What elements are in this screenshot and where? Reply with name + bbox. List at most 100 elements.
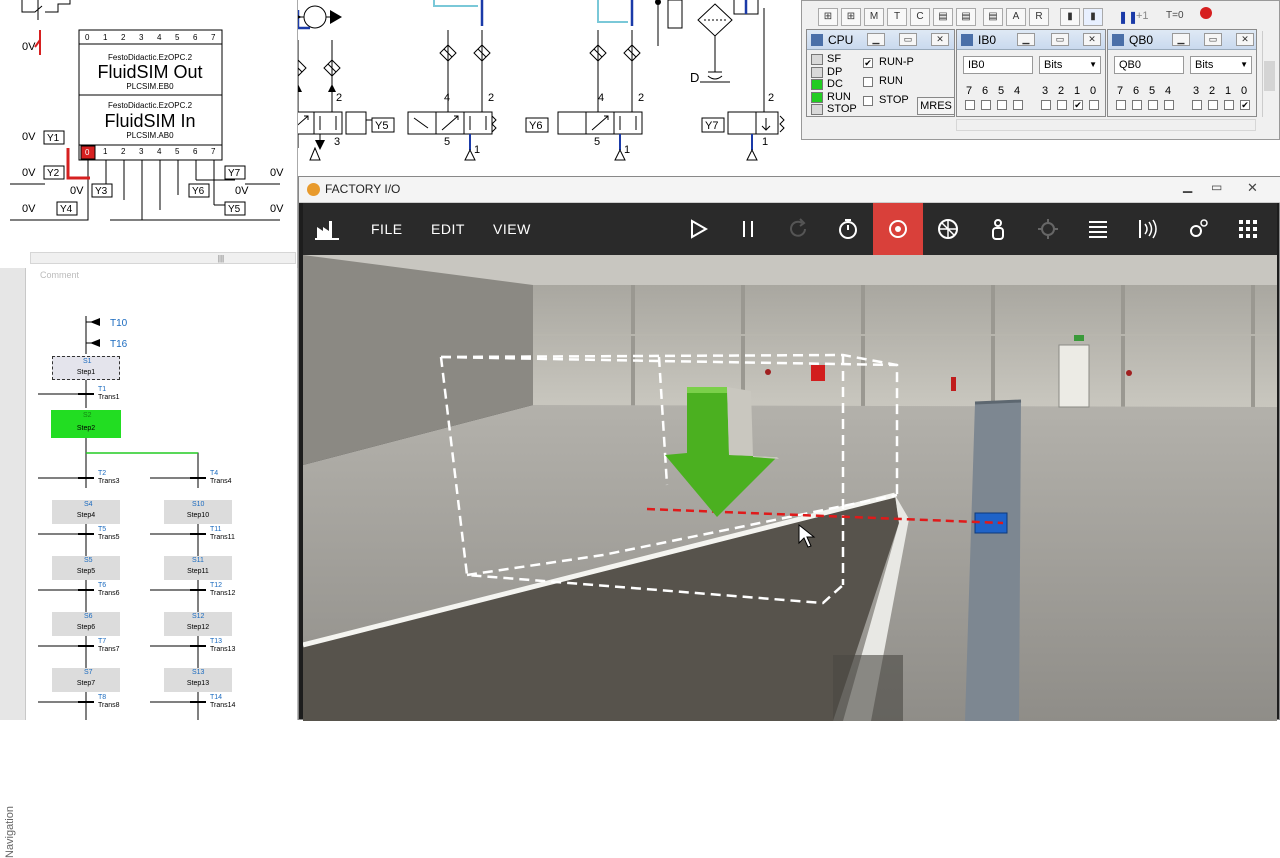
restore-button[interactable]: ▭ xyxy=(1051,33,1069,46)
close-button[interactable]: ✕ xyxy=(931,33,949,46)
bit-checkbox[interactable] xyxy=(1057,100,1067,110)
camera-orbit-icon[interactable] xyxy=(873,203,923,255)
step-box[interactable]: S6 Step6 xyxy=(52,612,120,636)
bit-checkbox[interactable] xyxy=(1192,100,1202,110)
next-scan-button[interactable]: +1 xyxy=(1136,10,1149,22)
bit-checkbox[interactable]: ✔ xyxy=(1073,100,1083,110)
transition-number: T1 xyxy=(98,386,107,393)
3d-viewport[interactable] xyxy=(303,255,1277,721)
maximize-button[interactable]: ▭ xyxy=(1211,180,1222,194)
mode-checkbox[interactable] xyxy=(863,96,873,106)
svg-text:3: 3 xyxy=(139,147,144,156)
play-icon[interactable] xyxy=(673,203,723,255)
step-s2-active[interactable]: S2 Step2 xyxy=(51,410,121,438)
step-box[interactable]: S11 Step11 xyxy=(164,556,232,580)
ib0-panel: IB0 ▁ ▭ ✕ IB0 Bits ▼ 7 6 5 4 3 2 1 ✔ 0 xyxy=(956,29,1106,117)
reset-timers-button[interactable]: T=0 xyxy=(1166,10,1184,21)
minimize-button[interactable]: ▁ xyxy=(1183,179,1192,193)
step-box[interactable]: S12 Step12 xyxy=(164,612,232,636)
insert-accum-button[interactable]: A xyxy=(1006,8,1026,26)
settings-icon[interactable] xyxy=(1173,203,1223,255)
svg-text:1: 1 xyxy=(103,33,108,42)
insert-counter-button[interactable]: C xyxy=(910,8,930,26)
minimize-button[interactable]: ▁ xyxy=(1017,33,1035,46)
first-person-icon[interactable] xyxy=(973,203,1023,255)
svg-text:3: 3 xyxy=(334,136,340,148)
factory-home-icon[interactable] xyxy=(313,217,341,241)
svg-text:7: 7 xyxy=(211,147,216,156)
close-button[interactable]: ✕ xyxy=(1236,33,1254,46)
bit-checkbox[interactable] xyxy=(1132,100,1142,110)
transition-number: T14 xyxy=(210,694,223,701)
qb0-format-select[interactable]: Bits ▼ xyxy=(1190,56,1252,74)
chevron-down-icon: ▼ xyxy=(1089,60,1097,69)
restore-button[interactable]: ▭ xyxy=(899,33,917,46)
bit-checkbox[interactable] xyxy=(965,100,975,110)
menu-file[interactable]: FILE xyxy=(371,221,403,237)
factoryio-titlebar[interactable]: FACTORY I/O ▁ ▭ ✕ xyxy=(299,177,1280,203)
insert-input-button[interactable]: ⊞ xyxy=(818,8,838,26)
restore-button[interactable]: ▭ xyxy=(1204,33,1222,46)
step-box[interactable]: S10 Step10 xyxy=(164,500,232,524)
bit-checkbox[interactable] xyxy=(1013,100,1023,110)
step-box[interactable]: S4 Step4 xyxy=(52,500,120,524)
insert-block-regs-button[interactable]: R xyxy=(1029,8,1049,26)
close-button[interactable]: ✕ xyxy=(1247,180,1258,196)
bit-checkbox[interactable] xyxy=(1148,100,1158,110)
navigation-sidebar-tab[interactable]: Navigation xyxy=(0,268,26,858)
bit-number: 2 xyxy=(1058,85,1065,97)
circuit-hscrollbar[interactable]: ||| xyxy=(30,252,296,264)
plcsim-vscrollbar[interactable] xyxy=(1262,31,1276,117)
mres-button[interactable]: MRES xyxy=(917,97,955,115)
bit-checkbox[interactable] xyxy=(1041,100,1051,110)
bit-checkbox[interactable] xyxy=(1089,100,1099,110)
fly-camera-icon[interactable] xyxy=(923,203,973,255)
menu-edit[interactable]: EDIT xyxy=(431,221,465,237)
step-box[interactable]: S5 Step5 xyxy=(52,556,120,580)
insert-vertical-bits-button[interactable]: ▤ xyxy=(956,8,976,26)
run-mode-button[interactable]: ▮ xyxy=(1060,8,1080,26)
step-s1[interactable]: S1 Step1 xyxy=(52,356,120,380)
pick-icon[interactable] xyxy=(1023,203,1073,255)
insert-timer-button[interactable]: T xyxy=(887,8,907,26)
status-led xyxy=(811,66,823,78)
reset-icon[interactable] xyxy=(773,203,823,255)
bit-checkbox[interactable] xyxy=(997,100,1007,110)
timer-icon[interactable] xyxy=(823,203,873,255)
menu-view[interactable]: VIEW xyxy=(493,221,531,237)
minimize-button[interactable]: ▁ xyxy=(867,33,885,46)
bit-checkbox[interactable]: ✔ xyxy=(1240,100,1250,110)
bit-checkbox[interactable] xyxy=(1224,100,1234,110)
bit-checkbox[interactable] xyxy=(1164,100,1174,110)
transition-name: Trans4 xyxy=(210,478,232,485)
step-box[interactable]: S7 Step7 xyxy=(52,668,120,692)
insert-marker-button[interactable]: M xyxy=(864,8,884,26)
bit-checkbox[interactable] xyxy=(1116,100,1126,110)
breakpoint-icon[interactable] xyxy=(1200,7,1212,19)
drivers-list-icon[interactable] xyxy=(1073,203,1123,255)
pause-icon[interactable] xyxy=(723,203,773,255)
svg-text:0: 0 xyxy=(85,148,90,157)
mode-checkbox[interactable] xyxy=(863,77,873,87)
plcsim-hscrollbar[interactable] xyxy=(956,119,1256,131)
insert-variable-button[interactable]: ▤ xyxy=(933,8,953,26)
ib0-address-input[interactable]: IB0 xyxy=(963,56,1033,74)
step-name: Step10 xyxy=(186,512,210,519)
valve-y6: Y6 xyxy=(529,120,542,132)
bit-checkbox[interactable] xyxy=(981,100,991,110)
single-scan-button[interactable]: ▮ xyxy=(1083,8,1103,26)
close-button[interactable]: ✕ xyxy=(1083,33,1101,46)
sensor-view-icon[interactable] xyxy=(1123,203,1173,255)
ib0-format-select[interactable]: Bits ▼ xyxy=(1039,56,1101,74)
mode-label: STOP xyxy=(879,94,909,106)
insert-stack-button[interactable]: ▤ xyxy=(983,8,1003,26)
bit-checkbox[interactable] xyxy=(1208,100,1218,110)
qb0-address-input[interactable]: QB0 xyxy=(1114,56,1184,74)
svg-text:5: 5 xyxy=(175,33,180,42)
step-box[interactable]: S13 Step13 xyxy=(164,668,232,692)
insert-output-button[interactable]: ⊞ xyxy=(841,8,861,26)
scenes-icon[interactable] xyxy=(1223,203,1273,255)
minimize-button[interactable]: ▁ xyxy=(1172,33,1190,46)
svg-text:2: 2 xyxy=(488,92,494,104)
mode-checkbox[interactable]: ✔ xyxy=(863,58,873,68)
